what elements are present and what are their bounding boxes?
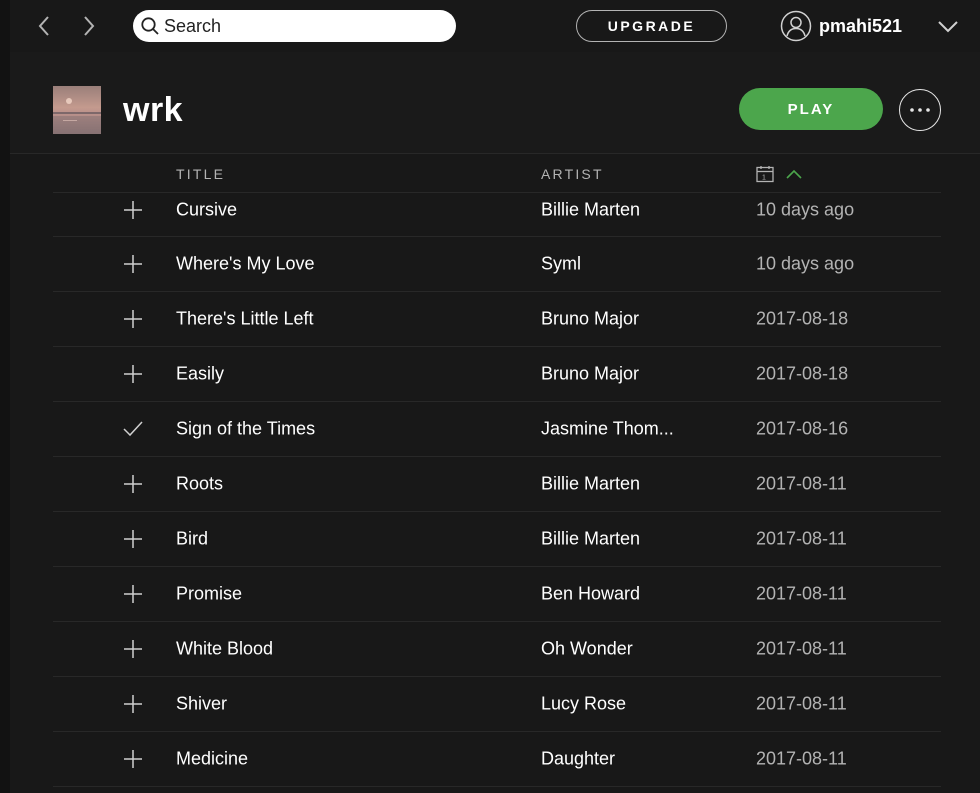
add-track-button[interactable] (120, 251, 146, 277)
track-date-added: 2017-08-18 (756, 363, 849, 384)
plus-icon (124, 585, 142, 603)
track-row[interactable]: Promise Ben Howard 2017-08-11 (53, 567, 941, 622)
add-track-button[interactable] (120, 471, 146, 497)
sort-ascending-icon (786, 169, 802, 179)
top-bar: UPGRADE pmahi521 (10, 0, 980, 52)
plus-icon (124, 365, 142, 383)
track-row[interactable]: Bird Billie Marten 2017-08-11 (53, 512, 941, 567)
track-artist-link[interactable]: Oh Wonder (541, 639, 633, 660)
track-artist-link[interactable]: Billie Marten (541, 529, 640, 550)
track-artist-link[interactable]: Billie Marten (541, 200, 640, 221)
plus-icon (124, 640, 142, 658)
user-icon (780, 10, 812, 42)
track-date-added: 2017-08-11 (756, 583, 847, 604)
track-title: Where's My Love (176, 253, 315, 274)
column-header-date-added[interactable]: 1 (755, 164, 803, 184)
add-track-button[interactable] (120, 197, 146, 223)
track-row[interactable]: Easily Bruno Major 2017-08-18 (53, 347, 941, 402)
track-date-added: 10 days ago (756, 199, 855, 220)
track-artist-link[interactable]: Billie Marten (541, 474, 640, 495)
track-row[interactable]: Where's My Love Syml 10 days ago (53, 237, 941, 292)
track-title: Sign of the Times (176, 418, 316, 439)
track-artist-link[interactable]: Jasmine Thom... (541, 419, 674, 440)
upgrade-button[interactable]: UPGRADE (576, 10, 727, 42)
chevron-right-icon (84, 16, 95, 36)
track-artist-link[interactable]: Syml (541, 254, 581, 275)
track-date-added: 10 days ago (756, 253, 855, 274)
track-title: Roots (176, 473, 224, 494)
play-button[interactable]: PLAY (739, 88, 883, 130)
track-title: Bird (176, 528, 209, 549)
saved-checkmark-button[interactable] (120, 416, 146, 442)
add-track-button[interactable] (120, 581, 146, 607)
track-table: TITLE ARTIST 1 Cursive Billie Marten 10 da… (53, 155, 941, 787)
chevron-down-icon (938, 21, 958, 33)
add-track-button[interactable] (120, 746, 146, 772)
plus-icon (124, 201, 142, 219)
checkmark-icon (123, 421, 143, 437)
add-track-button[interactable] (120, 636, 146, 662)
back-button[interactable] (32, 12, 56, 40)
plus-icon (124, 255, 142, 273)
track-row[interactable]: Shiver Lucy Rose 2017-08-11 (53, 677, 941, 732)
track-date-added: 2017-08-16 (756, 418, 849, 439)
track-row[interactable]: Roots Billie Marten 2017-08-11 (53, 457, 941, 512)
track-row[interactable]: There's Little Left Bruno Major 2017-08-18 (53, 292, 941, 347)
track-list: Cursive Billie Marten 10 days ago Where's M… (53, 193, 941, 787)
forward-button[interactable] (77, 12, 101, 40)
track-row[interactable]: Sign of the Times Jasmine Thom... 2017-08-… (53, 402, 941, 457)
track-artist-link[interactable]: Daughter (541, 749, 615, 770)
user-menu[interactable]: pmahi521 (780, 9, 902, 43)
playlist-cover-image (53, 86, 101, 134)
add-track-button[interactable] (120, 306, 146, 332)
track-date-added: 2017-08-11 (756, 693, 847, 714)
track-row[interactable]: Medicine Daughter 2017-08-11 (53, 732, 941, 787)
track-title: Promise (176, 583, 243, 604)
track-artist-link[interactable]: Bruno Major (541, 309, 639, 330)
track-artist-link[interactable]: Lucy Rose (541, 694, 626, 715)
track-title: Medicine (176, 748, 249, 769)
plus-icon (124, 695, 142, 713)
calendar-icon: 1 (756, 166, 774, 183)
plus-icon (124, 310, 142, 328)
track-artist-link[interactable]: Bruno Major (541, 364, 639, 385)
username-label: pmahi521 (819, 15, 903, 36)
track-title: There's Little Left (176, 308, 314, 329)
search-input[interactable] (161, 12, 441, 40)
svg-text:1: 1 (762, 175, 768, 182)
add-track-button[interactable] (120, 526, 146, 552)
plus-icon (124, 750, 142, 768)
chevron-left-icon (38, 16, 49, 36)
track-date-added: 2017-08-11 (756, 748, 847, 769)
track-date-added: 2017-08-18 (756, 308, 849, 329)
app-window: UPGRADE pmahi521 (0, 0, 980, 793)
track-date-added: 2017-08-11 (756, 528, 847, 549)
add-track-button[interactable] (120, 691, 146, 717)
track-date-added: 2017-08-11 (756, 473, 847, 494)
more-icon (910, 108, 930, 112)
track-title: Shiver (176, 693, 228, 714)
track-title: Easily (176, 363, 225, 384)
playlist-title: wrk (123, 91, 184, 129)
track-row[interactable]: Cursive Billie Marten 10 days ago (53, 193, 941, 237)
track-title: White Blood (176, 638, 274, 659)
more-options-button[interactable] (899, 89, 941, 131)
track-date-added: 2017-08-11 (756, 638, 847, 659)
track-artist-link[interactable]: Ben Howard (541, 584, 640, 605)
column-header-title[interactable]: TITLE (176, 166, 225, 182)
track-title: Cursive (176, 199, 238, 220)
table-header: TITLE ARTIST 1 (53, 155, 941, 193)
user-dropdown-button[interactable] (935, 14, 961, 38)
plus-icon (124, 530, 142, 548)
search-box[interactable] (133, 10, 456, 42)
playlist-header: wrk PLAY (10, 52, 980, 154)
left-edge (0, 0, 10, 793)
add-track-button[interactable] (120, 361, 146, 387)
track-row[interactable]: White Blood Oh Wonder 2017-08-11 (53, 622, 941, 677)
plus-icon (124, 475, 142, 493)
column-header-artist[interactable]: ARTIST (541, 166, 604, 182)
search-icon (139, 15, 161, 37)
